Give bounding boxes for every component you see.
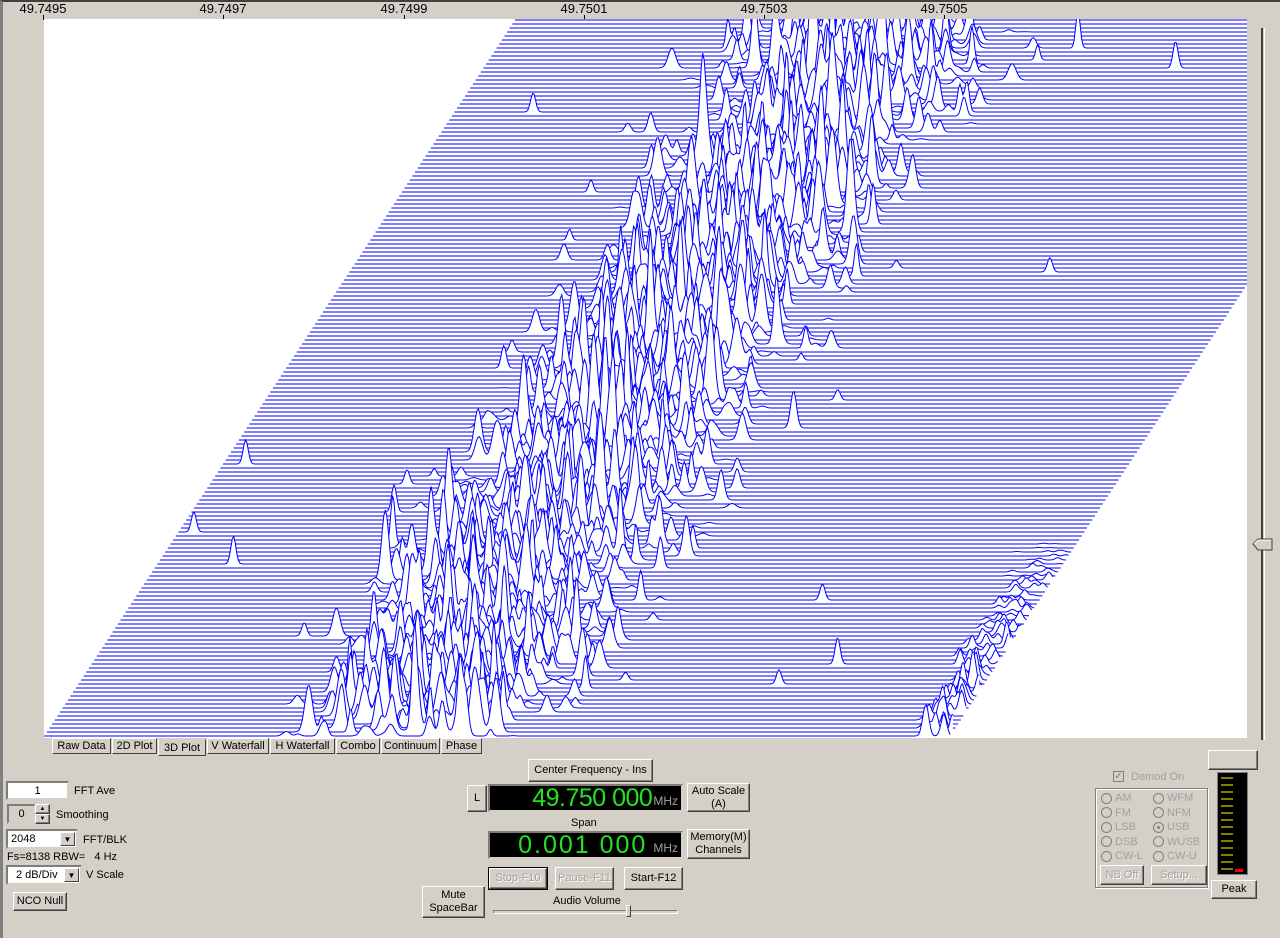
signal-level-meter [1217,772,1248,875]
vscale-value: 2 dB/Div [16,869,58,881]
tab-2d-plot[interactable]: 2D Plot [112,738,157,754]
lock-button[interactable]: L [467,785,487,812]
fft-ave-input[interactable]: 1 [6,781,69,800]
radio-fm[interactable]: FM [1101,807,1131,819]
smoothing-label: Smoothing [56,809,109,821]
auto-scale-button[interactable]: Auto Scale (A) [687,783,750,812]
radio-circle-icon [1153,836,1164,847]
radio-circle-icon [1101,792,1112,804]
radio-nfm[interactable]: NFM [1153,807,1191,819]
tab-combo[interactable]: Combo [336,738,380,754]
auto-scale-shortcut: (A) [711,797,726,810]
tab-3d-plot[interactable]: 3D Plot [158,739,206,756]
center-frequency-button[interactable]: Center Frequency - Ins [528,759,653,782]
span-label: Span [571,817,597,829]
radio-label: LSB [1115,821,1136,833]
radio-label: CW-L [1115,850,1143,862]
span-value: 0.001 000 [518,831,648,859]
tab-raw-data[interactable]: Raw Data [52,738,111,754]
radio-label: DSB [1115,835,1138,848]
auto-scale-label: Auto Scale [691,784,746,797]
radio-usb[interactable]: USB [1153,821,1190,833]
setup-button[interactable]: Setup... [1151,865,1207,885]
radio-label: FM [1115,806,1131,819]
radio-label: CW-U [1167,850,1197,862]
demod-on-label: Demod On [1131,771,1185,783]
mute-shortcut: SpaceBar [429,902,478,914]
fft-blk-select[interactable]: 2048 ▼ [6,829,78,849]
radio-wusb[interactable]: WUSB [1153,836,1200,848]
tab-continuum[interactable]: Continuum [381,738,440,754]
mute-label: Mute [441,889,466,901]
chevron-down-icon[interactable]: ▼ [64,868,79,882]
radio-dsb[interactable]: DSB [1101,836,1138,848]
vscale-label: V Scale [86,869,124,881]
radio-cw-u[interactable]: CW-U [1153,850,1197,862]
radio-lsb[interactable]: LSB [1101,821,1136,833]
radio-label: WUSB [1167,835,1200,848]
vertical-scale-slider[interactable] [1261,28,1265,740]
meter-level-bar [1235,869,1243,872]
tab-v-waterfall[interactable]: V Waterfall [207,738,269,754]
fft-blk-label: FFT/BLK [83,834,128,846]
radio-label: AM [1115,792,1132,804]
radio-circle-icon [1153,792,1164,804]
radio-wfm[interactable]: WFM [1153,792,1193,804]
fft-blk-value: 2048 [11,833,36,845]
smoothing-down-button[interactable]: ▼ [35,814,50,824]
unit-label: MHz [653,841,678,855]
memory-label: Memory(M) [690,831,747,843]
chevron-down-icon[interactable]: ▼ [60,832,75,846]
radio-label: WFM [1167,792,1194,804]
audio-volume-slider[interactable] [493,910,678,914]
fft-ave-label: FFT Ave [74,785,116,797]
demod-on-checkbox[interactable]: ✓ [1113,771,1124,782]
radio-label: USB [1167,821,1190,833]
fs-rbw-readout: Fs=8138 RBW= 4 Hz [7,851,118,863]
audio-volume-label: Audio Volume [553,895,621,907]
nb-off-button[interactable]: NB Off [1100,865,1144,885]
radio-am[interactable]: AM [1101,792,1132,804]
radio-circle-icon [1101,821,1112,833]
memory-channels-button[interactable]: Memory(M) Channels [687,829,750,859]
slider-thumb[interactable] [1252,538,1274,551]
center-frequency-value: 49.750 000 [532,784,653,812]
span-display[interactable]: 0.001 000 MHz [488,831,683,859]
nco-null-button[interactable]: NCO Null [13,892,67,911]
radio-circle-icon [1101,836,1112,847]
start-button[interactable]: Start-F12 [624,867,683,890]
unit-label: MHz [653,794,678,808]
spectrum-trace [515,19,1247,21]
radio-label: NFM [1167,806,1191,819]
radio-cw-l[interactable]: CW-L [1101,850,1143,862]
radio-circle-icon [1101,850,1112,862]
radio-circle-icon [1101,807,1112,818]
3d-spectrum-plot [44,19,1247,738]
radio-circle-icon [1153,850,1164,862]
tab-phase[interactable]: Phase [441,738,482,754]
tab-h-waterfall[interactable]: H Waterfall [270,738,335,754]
audio-volume-thumb[interactable] [626,905,632,917]
channels-label: Channels [695,844,742,856]
radio-circle-icon [1153,807,1164,818]
pause-button[interactable]: Pause-F11 [555,867,614,890]
blank-button[interactable] [1208,750,1258,770]
stop-button[interactable]: Stop-F10 [488,867,548,890]
peak-button[interactable]: Peak [1211,880,1257,899]
radio-circle-icon [1153,821,1164,833]
smoothing-input[interactable]: 0 [7,804,36,824]
vscale-select[interactable]: 2 dB/Div ▼ [6,865,82,885]
center-frequency-display[interactable]: 49.750 000 MHz [488,784,683,812]
mute-button[interactable]: Mute SpaceBar [422,886,485,918]
